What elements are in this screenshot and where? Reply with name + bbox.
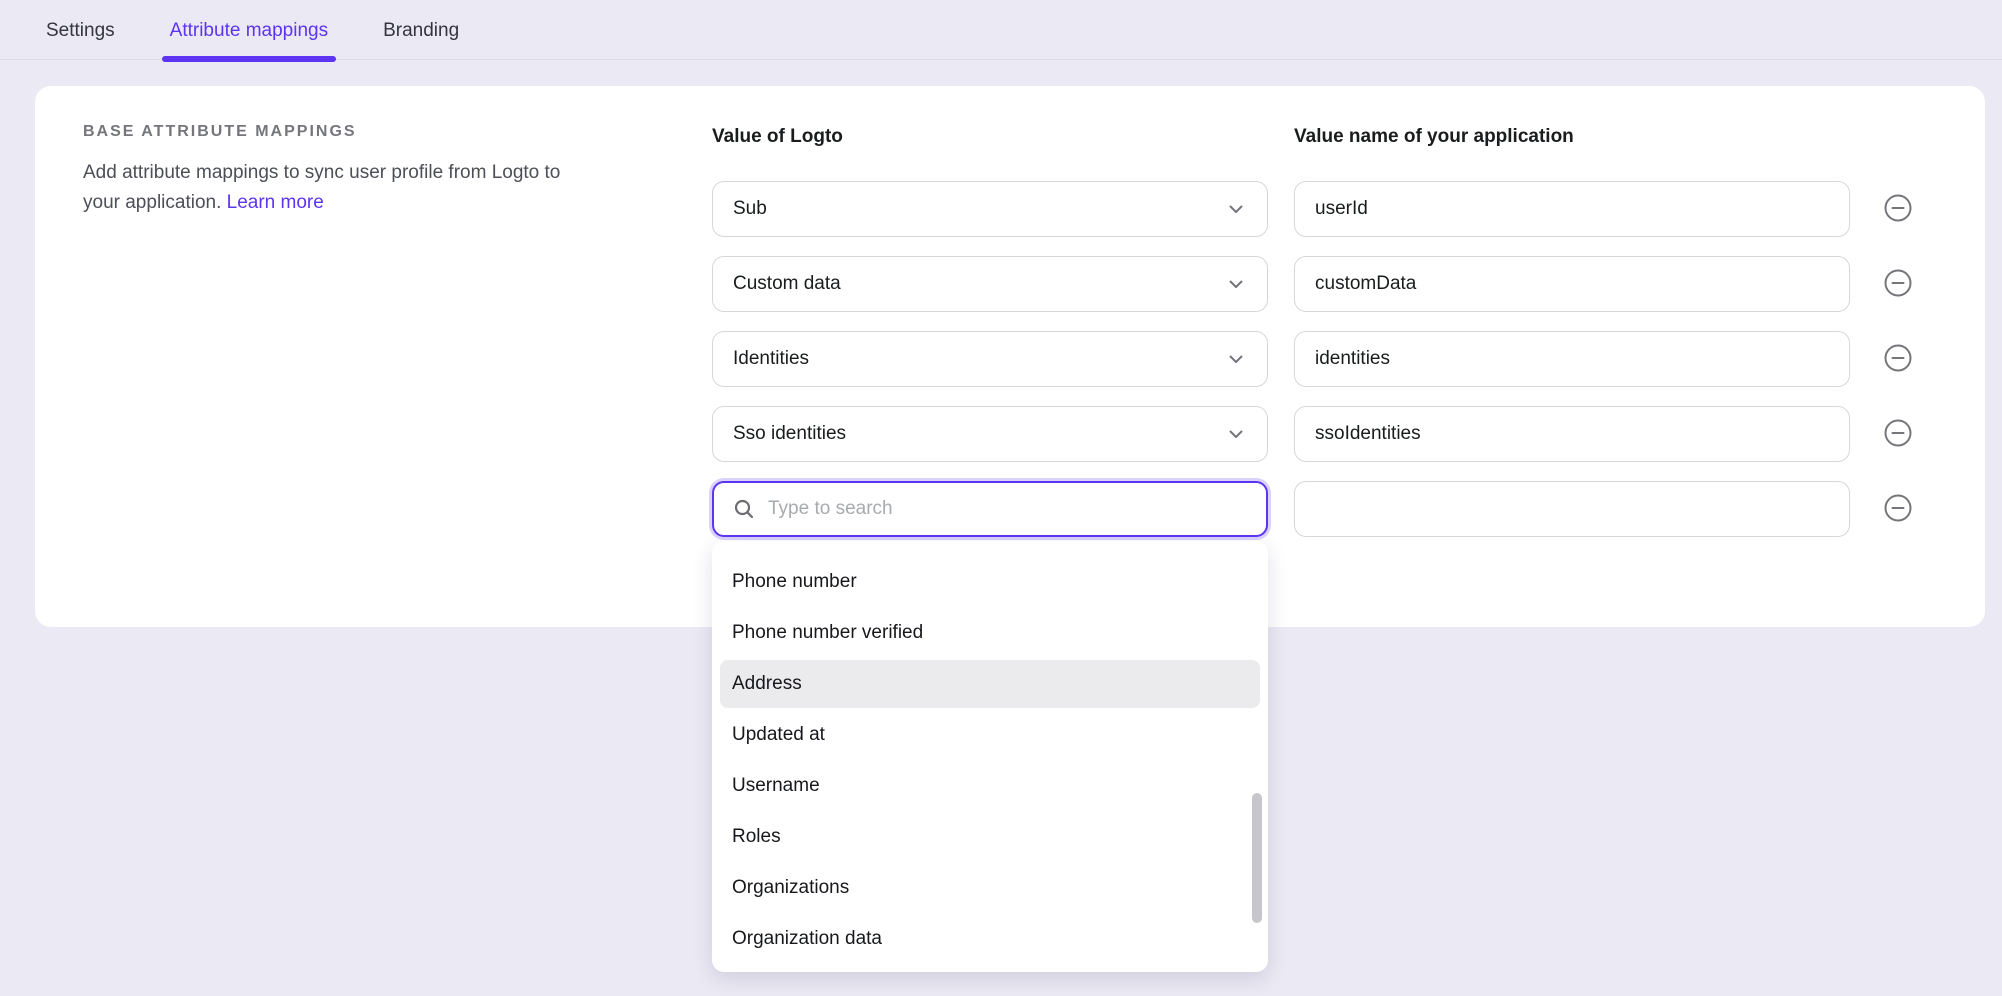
dropdown-item-phone-number-verified[interactable]: Phone number verified <box>720 609 1260 657</box>
tab-settings[interactable]: Settings <box>42 20 119 59</box>
dropdown-item-address[interactable]: Address <box>720 660 1260 708</box>
dropdown-scrollbar-thumb[interactable] <box>1252 793 1262 923</box>
dropdown-item-username[interactable]: Username <box>720 762 1260 810</box>
chevron-down-icon <box>1225 348 1247 370</box>
column-headers: Value of Logto Value name of your applic… <box>712 126 1913 148</box>
remove-row-button[interactable] <box>1883 269 1913 299</box>
mappings-grid: Value of Logto Value name of your applic… <box>712 126 1913 556</box>
logto-value-select[interactable]: Custom data <box>712 256 1268 312</box>
logto-value-select-label: Sub <box>733 198 767 220</box>
column-header-logto-value: Value of Logto <box>712 126 1294 148</box>
minus-circle-icon <box>1883 193 1913 226</box>
tab-branding[interactable]: Branding <box>379 20 463 59</box>
card-intro: BASE ATTRIBUTE MAPPINGS Add attribute ma… <box>83 122 563 218</box>
tab-attribute-mappings[interactable]: Attribute mappings <box>166 20 332 59</box>
logto-value-select-label: Custom data <box>733 273 841 295</box>
attribute-dropdown-menu: Phone number Phone number verified Addre… <box>712 541 1268 972</box>
app-value-field <box>1294 181 1850 237</box>
dropdown-item-phone-number[interactable]: Phone number <box>720 558 1260 606</box>
dropdown-item-organizations[interactable]: Organizations <box>720 864 1260 912</box>
tab-bar: Settings Attribute mappings Branding <box>0 0 2002 60</box>
mapping-row-new <box>712 481 1913 537</box>
search-icon <box>733 498 755 520</box>
minus-circle-icon <box>1883 493 1913 526</box>
app-value-input[interactable] <box>1295 482 1849 536</box>
search-input[interactable] <box>768 498 1247 520</box>
app-value-input[interactable] <box>1295 332 1849 386</box>
chevron-down-icon <box>1225 273 1247 295</box>
logto-value-search-select[interactable] <box>712 481 1268 537</box>
section-description: Add attribute mappings to sync user prof… <box>83 158 563 218</box>
dropdown-item-organization-data[interactable]: Organization data <box>720 915 1260 963</box>
logto-value-select-label: Sso identities <box>733 423 846 445</box>
minus-circle-icon <box>1883 418 1913 451</box>
dropdown-item-updated-at[interactable]: Updated at <box>720 711 1260 759</box>
mapping-row: Custom data <box>712 256 1913 312</box>
app-value-input[interactable] <box>1295 257 1849 311</box>
mapping-row: Sso identities <box>712 406 1913 462</box>
logto-value-select[interactable]: Sso identities <box>712 406 1268 462</box>
app-value-field <box>1294 481 1850 537</box>
mapping-row: Identities <box>712 331 1913 387</box>
app-value-field <box>1294 331 1850 387</box>
minus-circle-icon <box>1883 343 1913 376</box>
app-value-field <box>1294 406 1850 462</box>
app-value-input[interactable] <box>1295 407 1849 461</box>
mapping-row: Sub <box>712 181 1913 237</box>
remove-row-button[interactable] <box>1883 419 1913 449</box>
minus-circle-icon <box>1883 268 1913 301</box>
remove-row-button[interactable] <box>1883 194 1913 224</box>
remove-row-button[interactable] <box>1883 344 1913 374</box>
logto-value-select[interactable]: Sub <box>712 181 1268 237</box>
learn-more-link[interactable]: Learn more <box>227 192 324 213</box>
section-title: BASE ATTRIBUTE MAPPINGS <box>83 122 563 141</box>
logto-value-select[interactable]: Identities <box>712 331 1268 387</box>
remove-row-button[interactable] <box>1883 494 1913 524</box>
app-value-field <box>1294 256 1850 312</box>
chevron-down-icon <box>1225 423 1247 445</box>
column-header-app-value: Value name of your application <box>1294 126 1850 148</box>
chevron-down-icon <box>1225 198 1247 220</box>
app-value-input[interactable] <box>1295 182 1849 236</box>
dropdown-item-roles[interactable]: Roles <box>720 813 1260 861</box>
logto-value-select-label: Identities <box>733 348 809 370</box>
